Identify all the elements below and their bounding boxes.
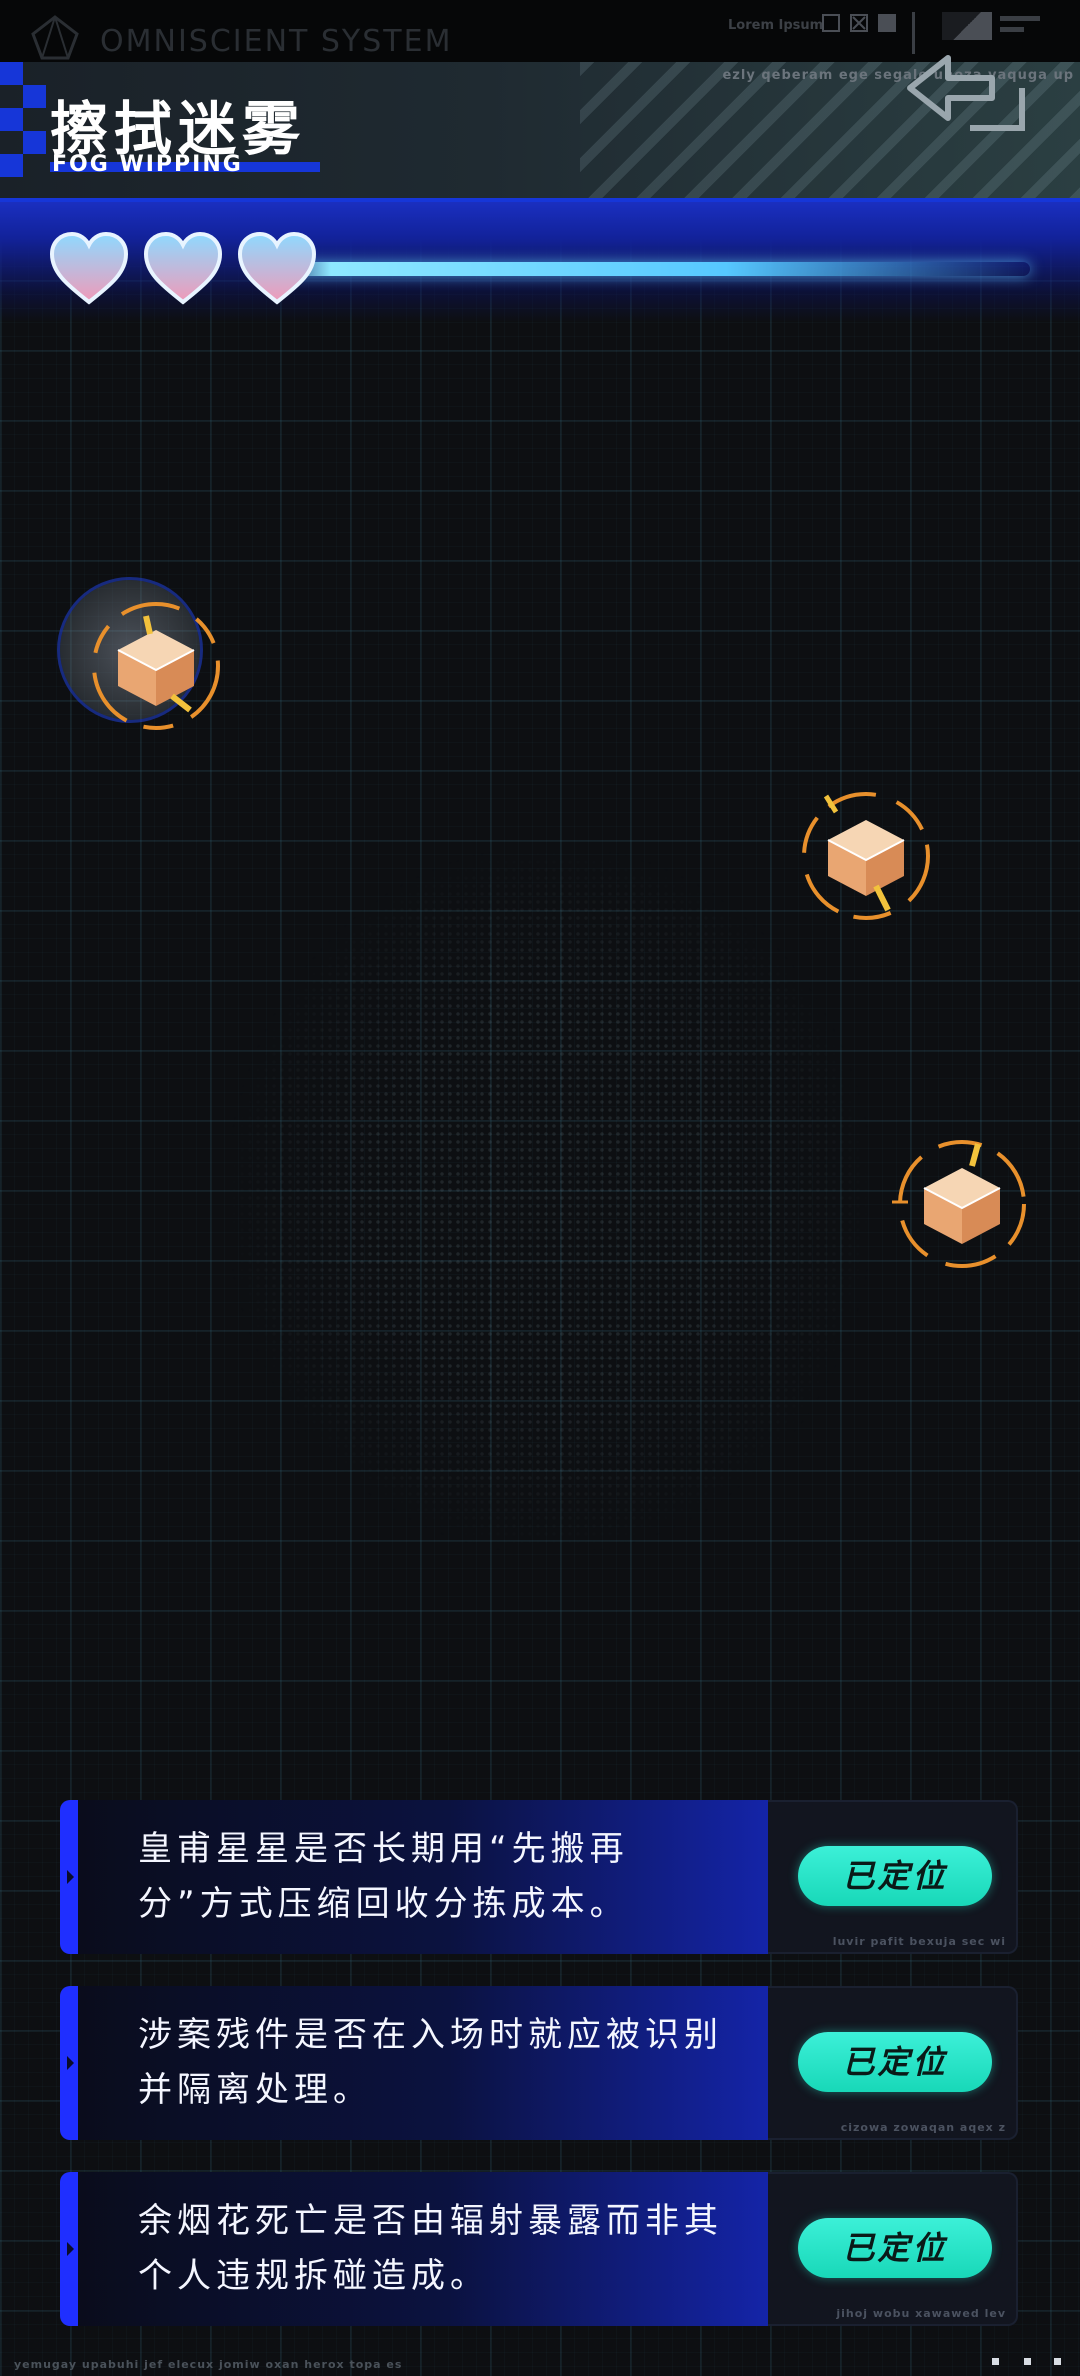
card-arrow-icon xyxy=(67,2242,74,2256)
heart-icon xyxy=(49,231,129,305)
window-square-icon xyxy=(822,14,840,32)
question-card-1[interactable]: 皇甫星星是否长期用“先搬再 分”方式压缩回收分拣成本。 已定位 luvir pa… xyxy=(60,1800,1018,1954)
footer-dot-icon xyxy=(1054,2358,1061,2365)
lives-glow-bar xyxy=(270,262,1030,276)
window-close-icon xyxy=(850,14,868,32)
located-button[interactable]: 已定位 xyxy=(798,2032,992,2092)
card-caption: cizowa zowaqan aqex z xyxy=(840,2121,1006,2134)
heart-icon xyxy=(237,231,317,305)
page-subtitle: FOG WIPPING xyxy=(52,152,243,177)
system-name: OMNISCIENT SYSTEM xyxy=(100,24,453,59)
signal-icon xyxy=(942,12,992,40)
heart-icon xyxy=(143,231,223,305)
footer-dot-icon xyxy=(992,2358,999,2365)
crate-target-1[interactable] xyxy=(86,596,226,736)
window-filled-icon xyxy=(878,14,896,32)
footer-caption: yemugay upabuhi jef elecux jomiw oxan he… xyxy=(14,2358,403,2371)
back-arrow-icon[interactable] xyxy=(900,44,1030,144)
located-button[interactable]: 已定位 xyxy=(798,1846,992,1906)
fog-texture xyxy=(230,850,870,1550)
question-text: 皇甫星星是否长期用“先搬再 分”方式压缩回收分拣成本。 xyxy=(138,1829,629,1924)
crate-target-2[interactable] xyxy=(796,786,936,926)
located-button[interactable]: 已定位 xyxy=(798,2218,992,2278)
card-caption: luvir pafit bexuja sec wi xyxy=(832,1935,1006,1948)
question-text: 余烟花死亡是否由辐射暴露而非其 个人违规拆碰造成。 xyxy=(138,2201,723,2296)
question-text: 涉案残件是否在入场时就应被识别 并隔离处理。 xyxy=(138,2015,723,2110)
footer-dot-icon xyxy=(1024,2358,1031,2365)
card-caption: jihoj wobu xawawed lev xyxy=(836,2307,1006,2320)
crate-target-3[interactable] xyxy=(892,1134,1032,1274)
question-card-3[interactable]: 余烟花死亡是否由辐射暴露而非其 个人违规拆碰造成。 已定位 jihoj wobu… xyxy=(60,2172,1018,2326)
card-arrow-icon xyxy=(67,2056,74,2070)
question-card-2[interactable]: 涉案残件是否在入场时就应被识别 并隔离处理。 已定位 cizowa zowaqa… xyxy=(60,1986,1018,2140)
topbar-label: Lorem Ipsum xyxy=(728,18,824,33)
card-arrow-icon xyxy=(67,1870,74,1884)
system-logo-icon xyxy=(31,15,79,60)
menu-lines-icon xyxy=(1000,16,1040,38)
